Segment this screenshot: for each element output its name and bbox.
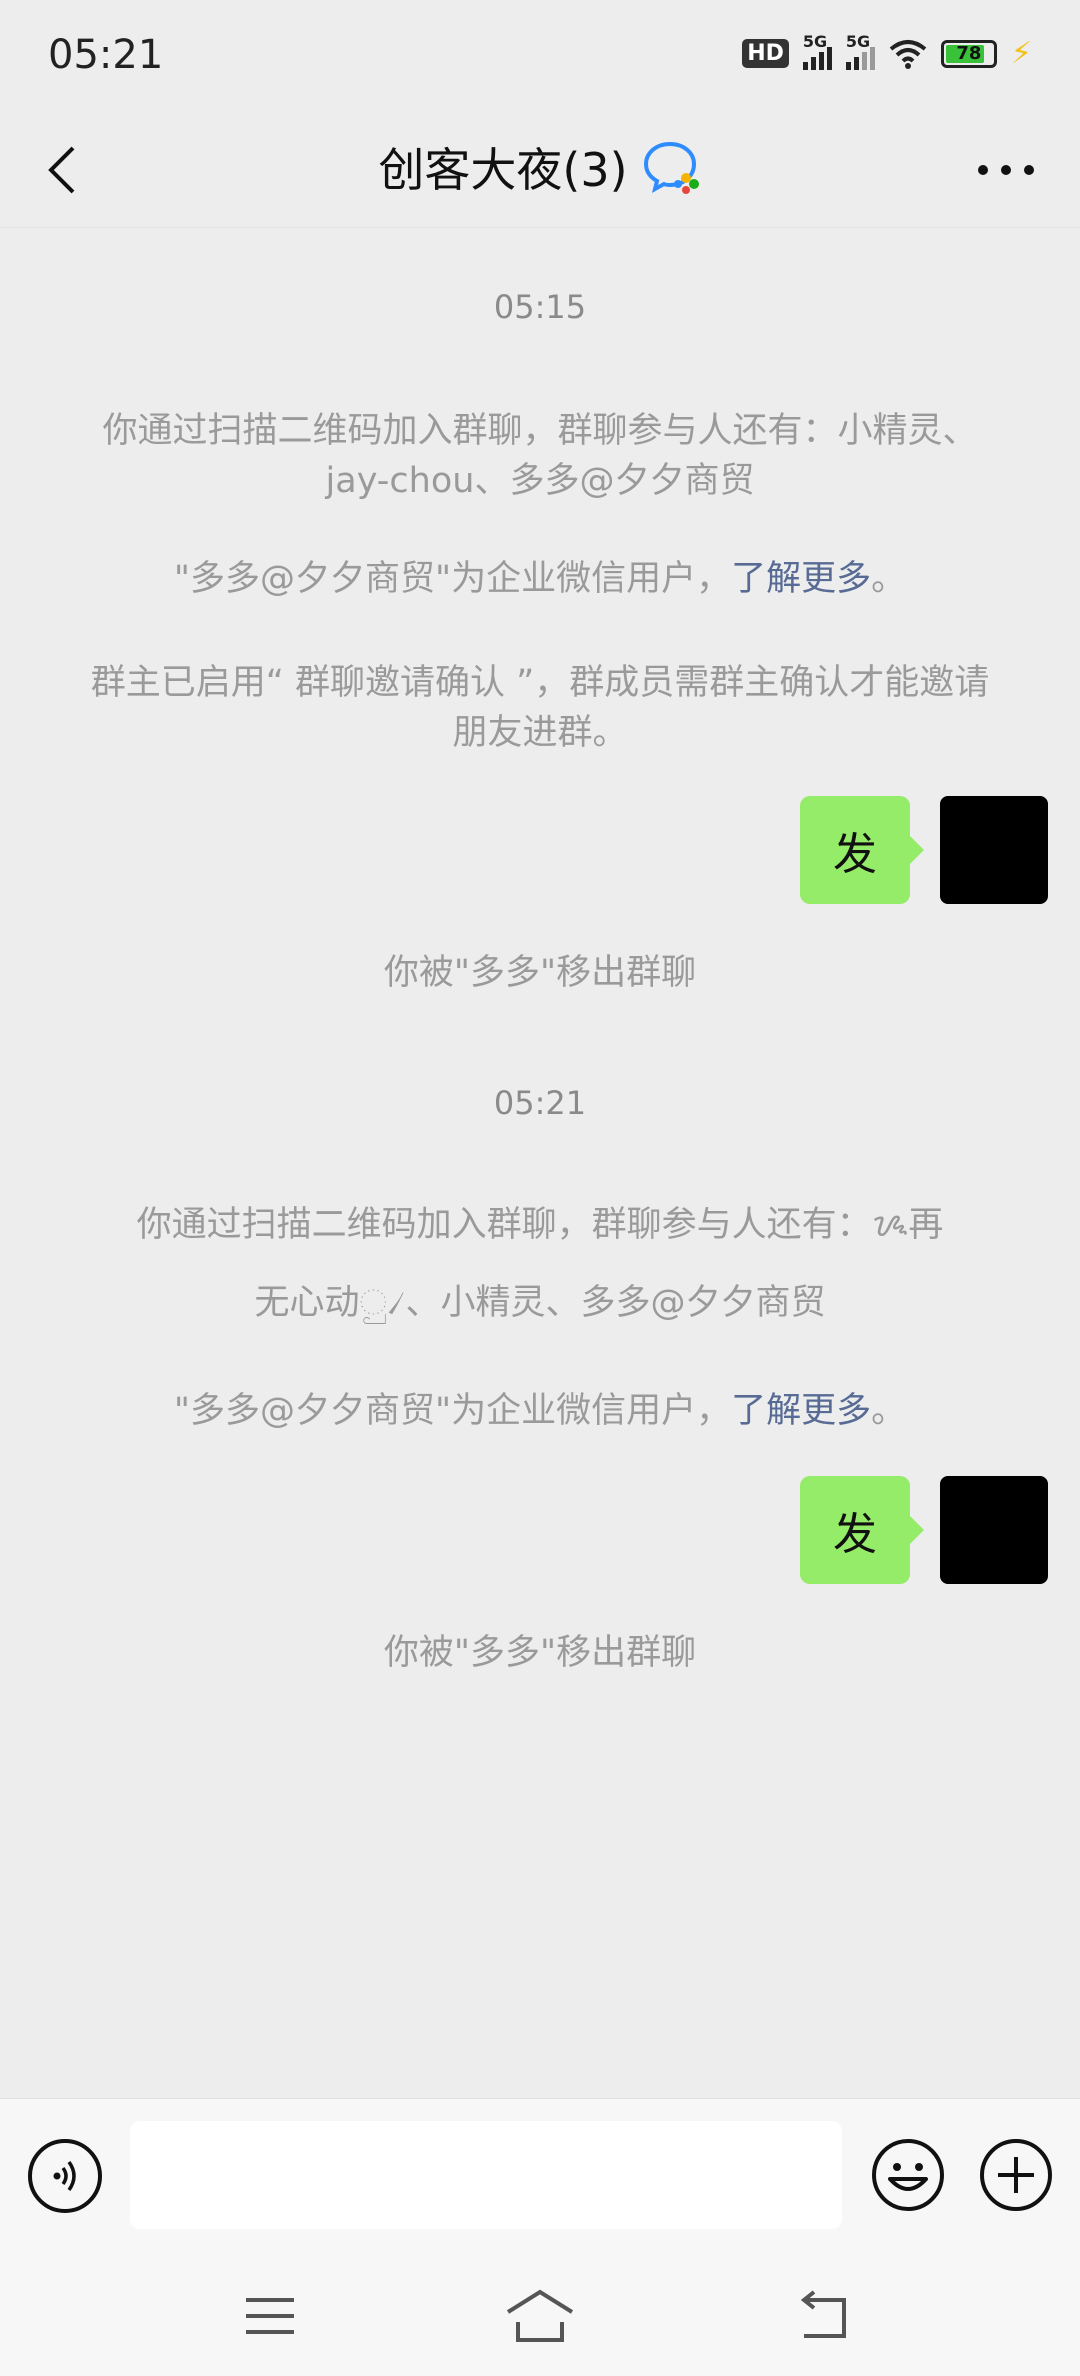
status-time: 05:21 [48,32,164,78]
wecom-badge-icon [643,141,699,194]
wifi-icon [889,39,927,69]
join-line-2: 无心动ු৴、小精灵、多多@夕夕商贸 [254,1283,826,1323]
system-message-wecom: "多多@夕夕商贸"为企业微信用户，了解更多。 [80,1386,1000,1436]
voice-input-button[interactable] [28,2139,102,2213]
wecom-notice-text: "多多@夕夕商贸"为企业微信用户， [173,559,732,599]
message-row-self: 发 [800,796,1048,904]
message-bubble[interactable]: 发 [800,796,924,904]
timestamp: 05:15 [493,288,587,326]
chat-title-text: 创客大夜(3) [378,143,628,197]
more-functions-button[interactable] [978,2137,1054,2213]
timestamp: 05:21 [493,1084,587,1122]
avatar[interactable] [940,1476,1048,1584]
hd-icon: HD [742,39,789,68]
wecom-notice-end: 。 [871,559,907,599]
message-row-self: 发 [800,1476,1048,1584]
back-nav-icon[interactable] [794,2286,854,2346]
avatar[interactable] [940,796,1048,904]
system-message-join: 你通过扫描二维码加入群聊，群聊参与人还有：ᝰ再 无心动ු৴、小精灵、多多@夕夕商… [80,1200,1000,1328]
system-message-wecom: "多多@夕夕商贸"为企业微信用户，了解更多。 [80,554,1000,604]
signal-icon: 5G [802,32,832,70]
system-message-invite-confirm: 群主已启用“ 群聊邀请确认 ”，群成员需群主确认才能邀请朋友进群。 [90,663,990,753]
learn-more-link[interactable]: 了解更多 [731,559,871,599]
chat-header: 创客大夜(3) [0,112,1080,228]
emoji-icon [872,2139,944,2211]
message-input[interactable] [130,2121,842,2229]
chat-title: 创客大夜(3) [0,134,1080,200]
input-bar [0,2098,1080,2256]
learn-more-link[interactable]: 了解更多 [731,1391,871,1431]
battery-icon: 78 [940,39,997,68]
wecom-notice-end: 。 [871,1391,907,1431]
signal-icon-2: 5G [845,32,875,70]
system-message-join: 你通过扫描二维码加入群聊，群聊参与人还有：小精灵、jay-chou、多多@夕夕商… [102,411,978,501]
status-icons: HD 5G 5G 78 ⚡ [742,32,1032,71]
menu-icon[interactable] [240,2286,300,2346]
system-message-removed: 你被"多多"移出群聊 [383,1633,697,1673]
system-nav-bar [0,2256,1080,2376]
system-message-removed: 你被"多多"移出群聊 [383,953,697,993]
more-icon[interactable] [978,156,1034,184]
join-line-1: 你通过扫描二维码加入群聊，群聊参与人还有：ᝰ再 [136,1205,944,1245]
status-bar: 05:21 HD 5G 5G 78 ⚡ [0,0,1080,112]
message-bubble[interactable]: 发 [800,1476,924,1584]
home-icon[interactable] [504,2286,576,2346]
chat-area[interactable]: 05:15 你通过扫描二维码加入群聊，群聊参与人还有：小精灵、jay-chou、… [0,228,1080,2098]
charging-icon: ⚡ [1010,36,1032,71]
plus-icon [980,2139,1052,2211]
wecom-notice-text: "多多@夕夕商贸"为企业微信用户， [173,1391,732,1431]
voice-icon [53,2160,76,2192]
emoji-button[interactable] [870,2137,946,2213]
